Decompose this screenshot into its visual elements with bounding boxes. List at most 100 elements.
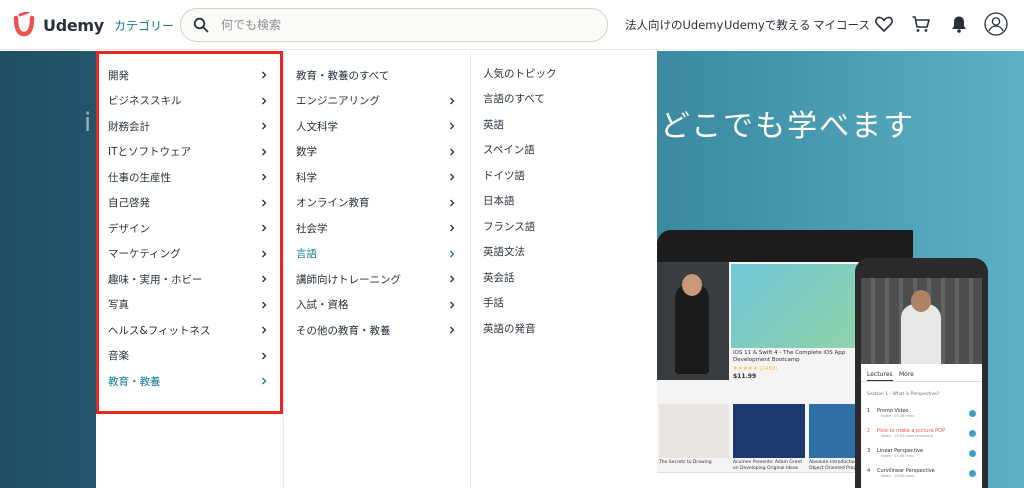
chevron-right-icon [262,250,267,257]
tab-lectures: Lectures [867,371,893,381]
category-item-it-software[interactable]: ITとソフトウェア [108,143,268,161]
lecture-item: 4 Curvilinear Perspective Video - 09:40 m… [867,468,979,478]
category-item-finance[interactable]: 財務会計 [108,117,268,135]
udemy-logo-icon [13,12,35,37]
subcategory-item-science[interactable]: 科学 [296,168,456,186]
topic-label: 言語のすべて [483,93,545,105]
topic-item-french[interactable]: フランス語 [483,217,643,235]
subcategory-item-math[interactable]: 数学 [296,143,456,161]
chevron-right-icon [262,275,267,283]
category-item-teaching-academics[interactable]: 教育・教養 [108,372,268,390]
lecture-number: 3 [867,448,871,454]
topic-label: ドイツ語 [483,169,525,182]
category-item-design[interactable]: デザイン [108,219,268,237]
lecture-number: 1 [867,408,871,414]
topic-label: フランス語 [483,220,536,233]
chevron-right-icon [262,122,267,130]
course-price: $11.99 [733,373,757,380]
subcategory-item-test-prep[interactable]: 入試・資格 [296,296,456,314]
category-item-lifestyle[interactable]: 趣味・実用・ホビー [108,270,268,288]
topic-item-all-languages[interactable]: 言語のすべて [483,90,643,108]
udemy-logo[interactable]: Udemy [12,12,104,38]
chevron-right-icon [262,326,267,334]
category-item-business[interactable]: ビジネススキル [108,92,268,110]
search-bar[interactable] [180,8,608,42]
lecture-item: 3 Linear Perspective Video - 14:08 mins [867,448,979,458]
lecture-meta: Video - 03:23 mins remaining [881,434,933,438]
category-item-health-fitness[interactable]: ヘルス&フィットネス [108,321,268,339]
search-icon[interactable] [193,17,209,33]
category-item-productivity[interactable]: 仕事の生産性 [108,168,268,186]
category-item-development[interactable]: 開発 [108,66,268,84]
category-item-personal-development[interactable]: 自己啓発 [108,194,268,212]
subcategory-label: 数学 [296,146,317,158]
subcategory-label: エンジニアリング [296,95,380,107]
heart-icon[interactable] [874,14,894,34]
category-item-photography[interactable]: 写真 [108,296,268,314]
topics-heading: 人気のトピック [483,64,643,82]
topic-item-spanish[interactable]: スペイン語 [483,141,643,159]
user-avatar-icon[interactable] [984,12,1008,36]
topic-item-german[interactable]: ドイツ語 [483,166,643,184]
topic-item-english-conversation[interactable]: 英会話 [483,268,643,286]
category-item-music[interactable]: 音楽 [108,347,268,365]
chevron-right-icon [450,250,455,257]
topic-item-japanese[interactable]: 日本語 [483,192,643,210]
category-item-marketing[interactable]: マーケティング [108,245,268,263]
subcategory-item-social-science[interactable]: 社会学 [296,219,456,237]
instructor-photo [657,262,729,380]
chevron-right-icon [262,71,267,79]
topic-item-sign-language[interactable]: 手話 [483,294,643,312]
subcategory-label: 講師向けトレーニング [296,273,401,286]
subcategory-item-online-education[interactable]: オンライン教育 [296,194,456,212]
lecture-item: 1 Promo Video Video - 01:48 mins [867,408,979,418]
subcategory-item-language[interactable]: 言語 [296,245,456,263]
subcategory-item-engineering[interactable]: エンジニアリング [296,92,456,110]
category-label: 音楽 [108,350,129,362]
chevron-right-icon [262,224,267,232]
nav-my-courses-link[interactable]: マイコース [813,17,870,33]
category-label: デザイン [108,222,150,235]
search-input[interactable] [221,18,581,32]
lecture-meta: Video - 09:40 mins [881,474,914,478]
bell-icon[interactable] [949,14,969,34]
topic-label: 英語 [483,118,504,131]
subcategory-label: 言語 [296,248,317,260]
brand-name: Udemy [43,15,104,35]
topics-menu-column: 人気のトピック 言語のすべて 英語 スペイン語 ドイツ語 日本語 フランス語 英… [471,51,657,488]
cart-icon[interactable] [911,14,931,34]
subcategory-item-all[interactable]: 教育・教養のすべて [296,66,456,84]
topic-item-english-pronunciation[interactable]: 英語の発音 [483,319,643,337]
subcategory-item-other-education[interactable]: その他の教育・教養 [296,321,456,339]
subcategory-item-humanities[interactable]: 人文科学 [296,117,456,135]
category-label: 写真 [108,299,129,311]
nav-business-link[interactable]: 法人向けのUdemy [625,17,723,33]
category-label: 仕事の生産性 [108,171,171,184]
chevron-right-icon [262,352,267,359]
category-label: 自己啓発 [108,197,150,209]
lecture-number: 2 [867,428,871,434]
phone-tabs: Lectures More [861,366,982,382]
nav-teach-link[interactable]: Udemyで教える [724,17,810,33]
category-label: 教育・教養 [108,375,161,388]
topic-item-english[interactable]: 英語 [483,115,643,133]
play-icon [969,470,976,477]
play-icon [969,450,976,457]
topic-item-english-grammar[interactable]: 英語文法 [483,243,643,261]
subcategory-label: 人文科学 [296,120,338,133]
subcategory-label: その他の教育・教養 [296,324,391,337]
category-label: ビジネススキル [108,95,182,107]
top-header: Udemy カテゴリー 法人向けのUdemy Udemyで教える マイコース [0,0,1024,50]
tab-more: More [899,371,914,378]
subcategory-item-teacher-training[interactable]: 講師向けトレーニング [296,270,456,288]
lecture-number: 4 [867,468,871,474]
chevron-right-icon [450,326,455,334]
chevron-right-icon [450,275,455,283]
lecturer-figure [901,304,941,364]
section-title: Section 1 - What is Perspective? [867,392,940,397]
chevron-right-icon [450,173,455,181]
chevron-right-icon [262,97,267,104]
instructor-figure [675,284,709,374]
category-menu-link[interactable]: カテゴリー [114,17,174,34]
topic-label: 英語文法 [483,246,525,258]
